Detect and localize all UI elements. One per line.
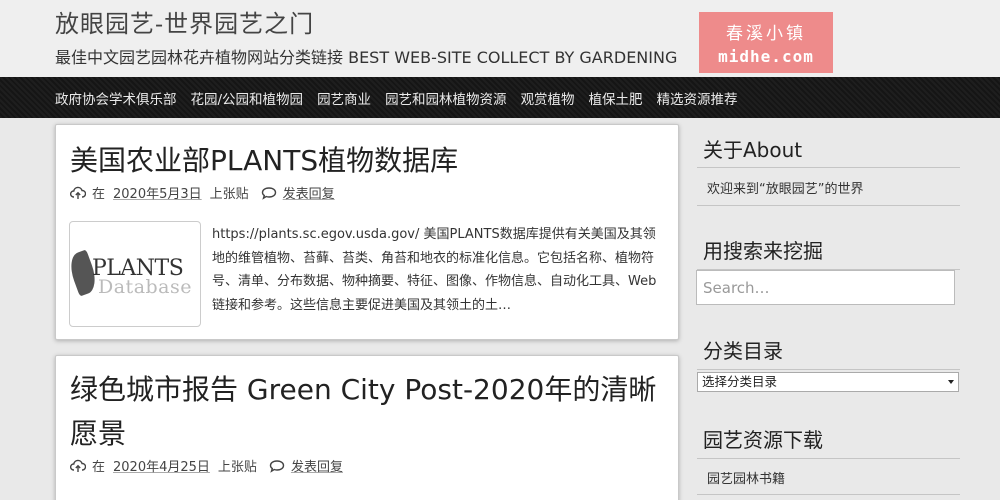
nav-item-plant-resources[interactable]: 园艺和园林植物资源 — [385, 88, 507, 108]
post-excerpt: https://plants.sc.egov.usda.gov/ 美国PLANT… — [212, 227, 657, 313]
nav-item-ornamental-plants[interactable]: 观赏植物 — [521, 88, 575, 108]
site-logo[interactable]: 春溪小镇 midhe.com — [699, 12, 833, 73]
cloud-upload-icon — [70, 186, 86, 199]
meta-posted: 上张贴 — [209, 187, 249, 202]
divider — [697, 369, 960, 370]
nav-item-associations[interactable]: 政府协会学术俱乐部 — [55, 88, 177, 108]
comment-link[interactable]: 发表回复 — [291, 456, 343, 475]
comment-icon — [269, 459, 285, 473]
nav-item-commerce[interactable]: 园艺商业 — [317, 88, 371, 108]
comment-icon — [261, 186, 276, 200]
post-meta: 在 2020年4月25日 上张贴 发表回复 — [70, 456, 343, 475]
comment-link[interactable]: 发表回复 — [283, 183, 335, 202]
post-title[interactable]: 美国农业部PLANTS植物数据库 — [70, 139, 458, 183]
widget-title-categories: 分类目录 — [703, 339, 783, 363]
post-date-link[interactable]: 2020年5月3日 — [113, 183, 202, 202]
download-link-books[interactable]: 园艺园林书籍 — [707, 468, 785, 487]
post-card: 绿色城市报告 Green City Post-2020年的清晰愿景 在 2020… — [55, 355, 679, 500]
category-select-value: 选择分类目录 — [702, 374, 778, 389]
divider — [697, 167, 960, 168]
divider — [697, 458, 960, 459]
meta-posted: 上张贴 — [217, 460, 257, 475]
site-header: 放眼园艺-世界园艺之门 最佳中文园艺园林花卉植物网站分类链接 BEST WEB-… — [0, 0, 1000, 77]
post-date-link[interactable]: 2020年4月25日 — [113, 456, 210, 475]
post-meta: 在 2020年5月3日 上张贴 发表回复 — [70, 183, 335, 202]
meta-prefix: 在 — [92, 187, 106, 202]
logo-line-2: midhe.com — [718, 47, 814, 66]
nav-item-featured[interactable]: 精选资源推荐 — [657, 88, 738, 108]
divider — [697, 205, 960, 206]
logo-line-1: 春溪小镇 — [726, 24, 806, 44]
widget-title-downloads: 园艺资源下载 — [703, 428, 823, 452]
thumbnail-text-database: Database — [98, 276, 193, 298]
main-nav: 政府协会学术俱乐部 花园/公园和植物园 园艺商业 园艺和园林植物资源 观赏植物 … — [0, 77, 1000, 118]
site-title[interactable]: 放眼园艺-世界园艺之门 — [55, 4, 314, 39]
post-title[interactable]: 绿色城市报告 Green City Post-2020年的清晰愿景 — [70, 368, 670, 456]
site-description: 最佳中文园艺园林花卉植物网站分类链接 BEST WEB-SITE COLLECT… — [55, 48, 678, 67]
about-text: 欢迎来到“放眼园艺”的世界 — [707, 182, 864, 197]
dropdown-arrow-icon — [948, 380, 954, 384]
nav-item-gardens-parks[interactable]: 花园/公园和植物园 — [191, 88, 304, 108]
nav-item-plant-protection[interactable]: 植保土肥 — [589, 88, 643, 108]
meta-prefix: 在 — [92, 460, 106, 475]
widget-title-about: 关于About — [703, 138, 803, 162]
post-card: 美国农业部PLANTS植物数据库 在 2020年5月3日 上张贴 发表回复 PL… — [55, 124, 679, 340]
category-select[interactable]: 选择分类目录 — [697, 372, 959, 392]
search-input[interactable] — [696, 270, 955, 305]
post-thumbnail[interactable]: PLANTS Database — [69, 221, 201, 327]
cloud-upload-icon — [70, 459, 86, 472]
divider — [697, 494, 960, 495]
widget-title-search: 用搜索来挖掘 — [703, 239, 823, 263]
